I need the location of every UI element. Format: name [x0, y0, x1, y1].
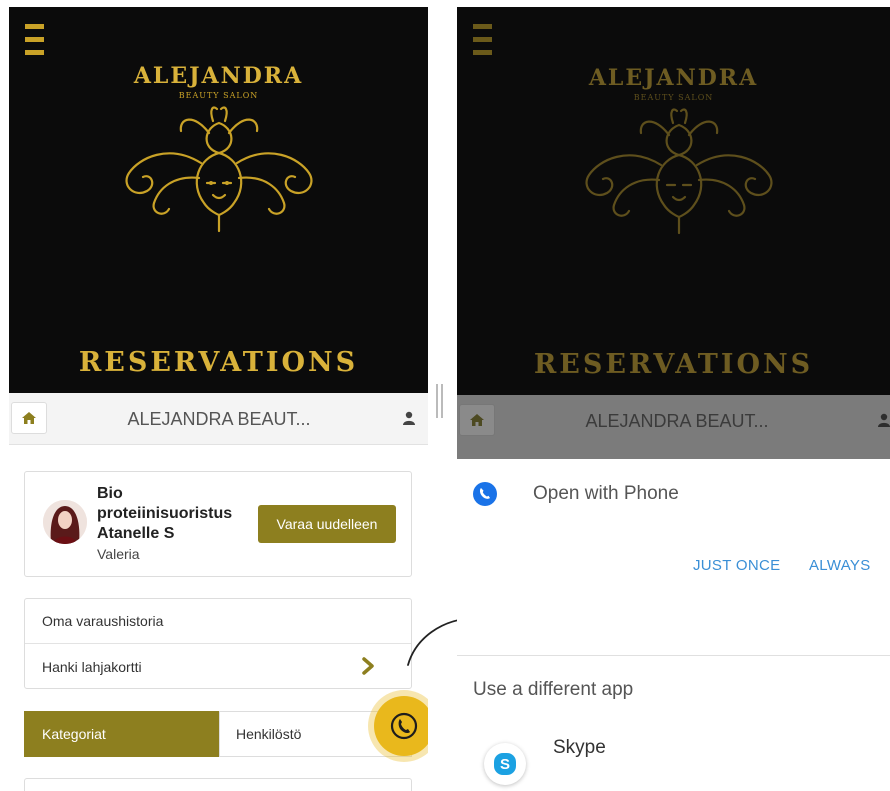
top-navbar-dimmed: ALEJANDRA BEAUT... [457, 395, 890, 459]
service-name: Bio proteiinisuoristus Atanelle S [97, 485, 233, 542]
skype-app-label[interactable]: Skype [553, 737, 606, 759]
top-navbar: ALEJANDRA BEAUT... [9, 393, 428, 445]
divider [457, 655, 890, 656]
user-icon [878, 413, 890, 427]
home-button[interactable] [11, 402, 47, 434]
content-box [24, 778, 412, 791]
right-screen: ALEJANDRA BEAUTY SALON RESERVATIONS ALEJ… [457, 7, 890, 791]
staff-avatar [43, 500, 87, 544]
hero-banner-dimmed: ALEJANDRA BEAUTY SALON RESERVATIONS [457, 7, 890, 395]
skype-icon[interactable]: S [484, 743, 526, 785]
svg-text:S: S [500, 756, 510, 773]
hero-banner: ALEJANDRA BEAUTY SALON RESERVATIONS [9, 7, 428, 393]
previous-booking-card: Bio proteiinisuoristus Atanelle S Valeri… [24, 471, 412, 577]
open-with-phone[interactable]: Open with Phone [533, 483, 679, 505]
gift-card-link[interactable]: Hanki lahjakortti [25, 644, 411, 689]
menu-icon-dimmed [473, 24, 492, 58]
menu-icon[interactable] [25, 24, 44, 58]
brand-name-dimmed: ALEJANDRA [588, 65, 759, 91]
use-different-app-heading: Use a different app [473, 679, 634, 700]
booking-history-link[interactable]: Oma varaushistoria [25, 599, 411, 644]
app-chooser-sheet: Open with Phone JUST ONCE ALWAYS Use a d… [457, 459, 890, 791]
just-once-button[interactable]: JUST ONCE [693, 557, 780, 574]
call-button[interactable] [374, 696, 428, 756]
brand-name: ALEJANDRA [133, 63, 304, 89]
always-button[interactable]: ALWAYS [809, 557, 871, 574]
reservations-banner: RESERVATIONS [78, 347, 359, 378]
navbar-title-dimmed: ALEJANDRA BEAUT... [585, 411, 769, 431]
salon-emblem-icon-dimmed [585, 108, 773, 235]
home-button-dimmed [459, 404, 495, 436]
phone-app-icon [473, 482, 497, 506]
user-icon[interactable] [402, 411, 416, 425]
tab-bar: Kategoriat Henkilöstö [24, 711, 412, 757]
tab-categories[interactable]: Kategoriat [24, 711, 219, 757]
navbar-title: ALEJANDRA BEAUT... [127, 409, 311, 429]
chevron-right-icon [362, 657, 374, 675]
reservations-banner-dimmed: RESERVATIONS [533, 349, 814, 380]
phone-icon [390, 712, 418, 740]
gift-card-label: Hanki lahjakortti [42, 658, 142, 675]
account-links: Oma varaushistoria Hanki lahjakortti [24, 598, 412, 689]
booking-history-label: Oma varaushistoria [42, 613, 164, 629]
brand-subtitle: BEAUTY SALON [178, 91, 259, 100]
staff-name: Valeria [97, 546, 140, 562]
salon-emblem-icon [125, 106, 313, 233]
brand-subtitle-dimmed: BEAUTY SALON [633, 93, 714, 102]
home-icon [22, 412, 36, 424]
left-screen: ALEJANDRA BEAUTY SALON RESERVATIONS ALEJ… [9, 7, 428, 791]
home-icon [470, 414, 484, 426]
rebook-button[interactable]: Varaa uudelleen [258, 505, 396, 543]
split-divider[interactable] [436, 384, 444, 418]
